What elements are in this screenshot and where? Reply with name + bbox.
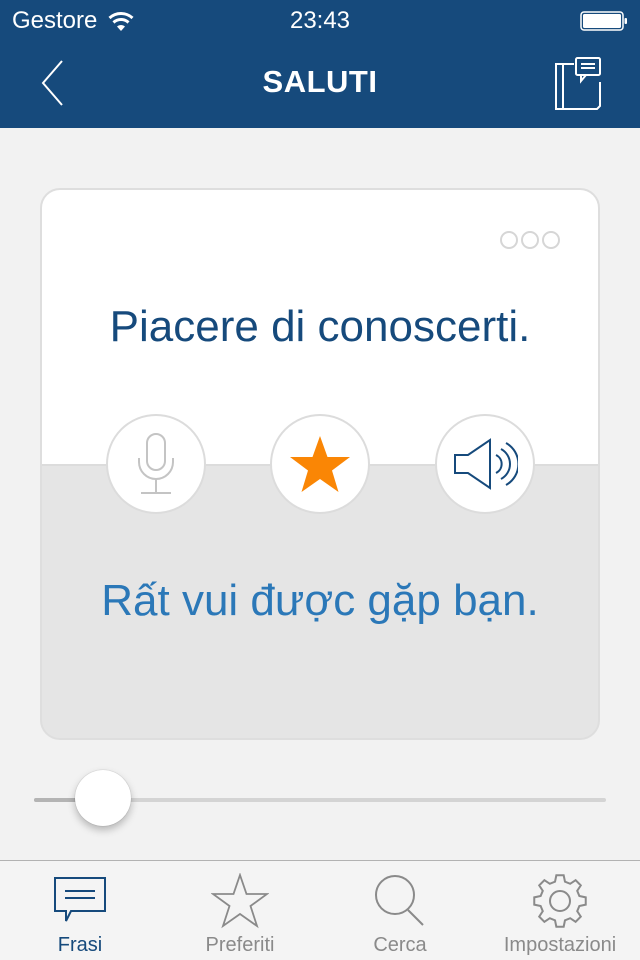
translation-text: Rất vui được gặp bạn.: [101, 576, 539, 625]
tab-bar: Frasi Preferiti Cerca Impostazioni: [0, 860, 640, 960]
search-icon: [375, 875, 424, 926]
tab-label: Preferiti: [205, 934, 275, 956]
tab-label: Impostazioni: [503, 934, 617, 956]
more-dots-icon: [521, 231, 539, 249]
favorite-button[interactable]: [270, 414, 370, 514]
star-icon: [290, 436, 350, 492]
more-button[interactable]: [500, 231, 560, 249]
slider-thumb[interactable]: [75, 770, 131, 826]
record-button[interactable]: [106, 414, 206, 514]
phrase-slider[interactable]: [34, 770, 606, 830]
gear-icon: [533, 874, 587, 928]
tab-frasi[interactable]: Frasi: [0, 861, 160, 960]
tab-impostazioni[interactable]: Impostazioni: [480, 861, 640, 960]
tab-label: Cerca: [373, 934, 427, 956]
phrasebook-icon: [555, 57, 601, 110]
tab-label: Frasi: [57, 934, 103, 956]
phrasebook-button[interactable]: [552, 55, 604, 113]
status-bar: Gestore 23:43: [0, 0, 640, 40]
more-dots-icon: [542, 231, 560, 249]
play-audio-button[interactable]: [435, 414, 535, 514]
more-dots-icon: [500, 231, 518, 249]
microphone-icon: [138, 433, 174, 494]
tab-cerca[interactable]: Cerca: [320, 861, 480, 960]
header: Gestore 23:43 SALUTI: [0, 0, 640, 128]
page-title: SALUTI: [262, 64, 378, 99]
star-outline-icon: [211, 873, 269, 929]
tab-preferiti[interactable]: Preferiti: [160, 861, 320, 960]
slider-fill: [34, 798, 79, 802]
phrase-text: Piacere di conoscerti.: [109, 302, 531, 351]
battery-icon: [580, 11, 627, 31]
speech-bubble-icon: [54, 877, 106, 922]
clock: 23:43: [289, 7, 351, 34]
speaker-icon: [454, 438, 518, 490]
